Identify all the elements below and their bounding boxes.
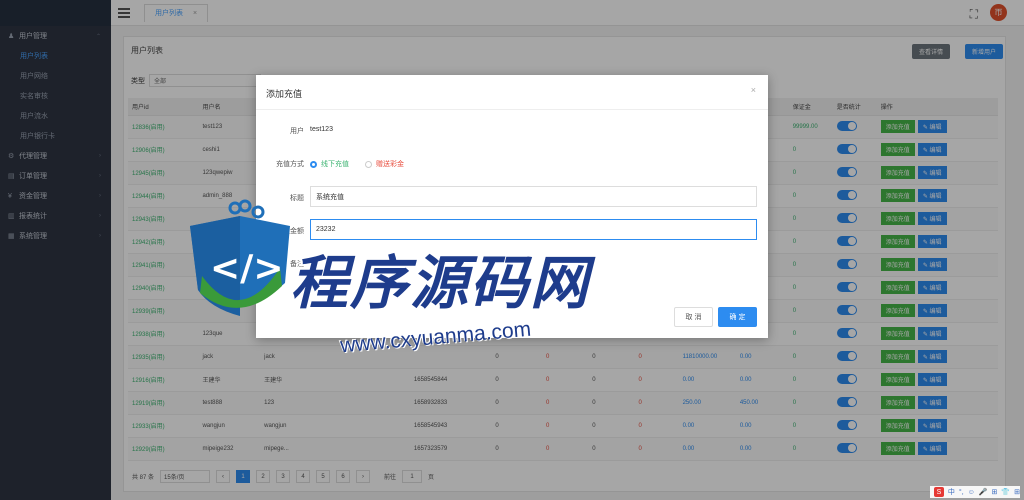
radio-gift-label[interactable]: 赠送彩金: [376, 159, 404, 169]
ime-keyboard-icon[interactable]: ⊞: [992, 488, 998, 496]
watermark-url: www.cxyuanma.com: [339, 317, 532, 358]
dialog-title: 添加充值: [266, 89, 303, 99]
watermark: </> 程序源码网 www.cxyuanma.com: [180, 198, 620, 403]
ime-lang-icon[interactable]: 中: [948, 487, 955, 497]
radio-offline[interactable]: [310, 160, 317, 168]
dialog-divider: [256, 109, 768, 110]
user-label: 用户: [290, 128, 304, 135]
ime-punct-icon[interactable]: °,: [959, 489, 964, 496]
user-value: test123: [310, 126, 333, 133]
method-radio-group: 线下充值 赠送彩金: [310, 159, 404, 169]
radio-gift[interactable]: [365, 160, 372, 168]
close-icon[interactable]: ×: [751, 85, 756, 95]
method-label: 充值方式: [276, 161, 304, 168]
cancel-button[interactable]: 取 消: [674, 307, 713, 327]
ime-skin-icon[interactable]: 👕: [1001, 488, 1010, 496]
ime-mic-icon[interactable]: 🎤: [979, 488, 988, 496]
ime-grid-icon[interactable]: ⊞: [1014, 488, 1020, 496]
ime-logo-icon[interactable]: S: [934, 487, 944, 497]
confirm-button[interactable]: 确 定: [718, 307, 757, 327]
radio-offline-label[interactable]: 线下充值: [321, 159, 349, 169]
svg-text:</>: </>: [210, 248, 283, 289]
watermark-title: 程序源码网: [290, 249, 591, 317]
ime-emoji-icon[interactable]: ☺: [968, 489, 975, 496]
ime-toolbar: S 中 °, ☺ 🎤 ⊞ 👕 ⊞: [930, 486, 1020, 498]
